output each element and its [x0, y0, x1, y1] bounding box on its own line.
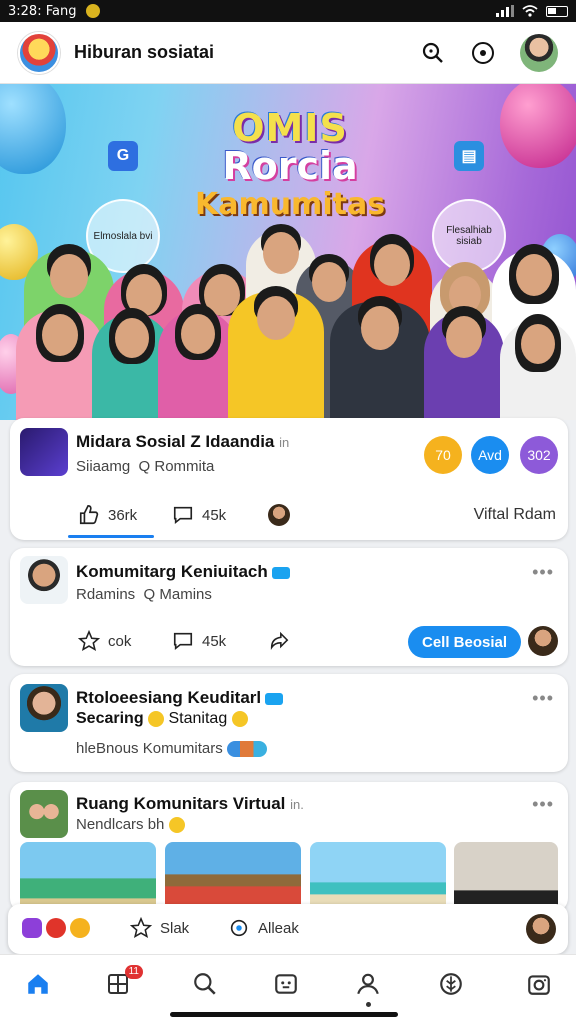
nav-home[interactable]: [23, 969, 53, 999]
search-icon: [194, 973, 216, 995]
post-thumbnail[interactable]: [20, 790, 68, 838]
battery-icon: [546, 5, 568, 17]
g-app-icon: G: [108, 141, 138, 171]
emoji-icon: [148, 710, 165, 727]
post-title[interactable]: Komumitarg Keniuitach: [76, 562, 290, 582]
favorite-button[interactable]: cok: [78, 630, 131, 652]
search-button[interactable]: [420, 40, 446, 66]
balloon-decoration: [500, 84, 576, 168]
emoji-icon: [168, 817, 185, 834]
wifi-icon: [522, 5, 538, 17]
nav-messages[interactable]: [271, 969, 301, 999]
post-thumbnail[interactable]: [20, 428, 68, 476]
emoji-icon: [231, 710, 248, 727]
post-link[interactable]: Viftal Rdam: [474, 506, 556, 524]
post-card[interactable]: Midara Sosial Z Idaandia in Siiaamg Q Ro…: [10, 418, 568, 540]
app-shortcut-icon[interactable]: [22, 918, 42, 938]
verified-icon: [271, 566, 290, 579]
app-header: Hiburan sosiatai: [0, 22, 576, 84]
signal-icon: [496, 5, 514, 17]
nav-community[interactable]: [436, 969, 466, 999]
notification-emoji-icon: [86, 4, 101, 18]
like-button[interactable]: 36rk: [78, 504, 137, 526]
post-card[interactable]: Ruang Komunitars Virtual in. ••• Nendlca…: [10, 782, 568, 912]
post-card[interactable]: Komumitarg Keniuitach ••• Rdamins Q Mami…: [10, 548, 568, 666]
more-options-button[interactable]: •••: [532, 794, 554, 815]
hero-banner[interactable]: OMIS Rorcia Kamumitas G Elmoslala bvi ▤ …: [0, 84, 576, 420]
app-shortcut-icon[interactable]: [46, 918, 66, 938]
star-action[interactable]: Slak: [130, 917, 189, 939]
more-options-button[interactable]: •••: [532, 688, 554, 709]
header-actions: [420, 33, 558, 72]
gallery-photo[interactable]: [454, 842, 558, 912]
status-time: 3:28: Fang: [8, 3, 77, 19]
share-button[interactable]: [268, 630, 290, 652]
user-icon: [357, 973, 379, 995]
quick-bar-avatar[interactable]: [526, 914, 556, 944]
post-title[interactable]: Rtoloeesiang Keuditarl: [76, 688, 284, 708]
post-subtitle: Secaring Stanitag: [76, 710, 248, 728]
count-pill-orange[interactable]: 70: [424, 436, 462, 474]
gallery-photo[interactable]: [165, 842, 301, 912]
post-subtitle: Siiaamg Q Rommita: [76, 458, 215, 475]
community-photo: [0, 224, 576, 420]
more-options-button[interactable]: •••: [532, 562, 554, 583]
comment-button[interactable]: 45k: [172, 630, 226, 652]
home-icon: [28, 974, 48, 994]
post-subtitle: Nendlcars bh: [76, 816, 185, 834]
post-subtitle: Rdamins Q Mamins: [76, 586, 212, 603]
chat-bot-icon: [275, 974, 297, 994]
quick-action-bar: Slak Alleak: [8, 904, 568, 954]
post-caption: hleBnous Komumitars: [76, 740, 267, 758]
home-indicator: [170, 1012, 398, 1017]
gallery-photo[interactable]: [310, 842, 446, 912]
leaf-icon: [440, 973, 462, 995]
reactor-avatar[interactable]: [268, 504, 290, 526]
camera-icon: [528, 975, 550, 995]
alert-action[interactable]: Alleak: [228, 917, 299, 939]
nav-grid[interactable]: 11: [103, 965, 143, 999]
nav-camera[interactable]: [524, 969, 554, 999]
search-icon: [422, 42, 443, 63]
post-title[interactable]: Midara Sosial Z Idaandia in: [76, 432, 289, 452]
nav-profile[interactable]: [353, 969, 383, 1007]
record-button[interactable]: [470, 40, 496, 66]
thumbs-up-icon: [79, 505, 99, 525]
active-dot: [366, 1002, 371, 1007]
share-icon: [270, 631, 289, 650]
target-icon: [472, 41, 494, 64]
profile-avatar[interactable]: [520, 33, 558, 72]
notification-badge: 11: [124, 965, 143, 979]
star-icon: [78, 630, 100, 652]
verified-icon: [265, 692, 284, 705]
app-title: Hiburan sosiatai: [74, 42, 215, 62]
nav-search[interactable]: [190, 969, 220, 999]
post-card[interactable]: Rtoloeesiang Keuditarl ••• Secaring Stan…: [10, 674, 568, 772]
post-thumbnail[interactable]: [20, 684, 68, 732]
star-icon: [130, 917, 152, 939]
location-icon: [230, 919, 248, 937]
comment-button[interactable]: 45k: [172, 504, 226, 526]
active-tab-indicator: [68, 535, 154, 538]
balloon-decoration: [0, 84, 66, 174]
app-logo[interactable]: [18, 31, 60, 74]
count-pill-purple[interactable]: 302: [520, 436, 558, 474]
count-pill-blue[interactable]: Avd: [471, 436, 509, 474]
reaction-avatars: [226, 741, 267, 758]
post-title[interactable]: Ruang Komunitars Virtual in.: [76, 794, 304, 814]
comment-icon: [173, 506, 193, 525]
cta-button[interactable]: Cell Beosial: [408, 626, 522, 658]
status-bar: 3:28: Fang: [0, 0, 576, 22]
app-shortcut-icon[interactable]: [70, 918, 90, 938]
post-thumbnail[interactable]: [20, 556, 68, 604]
gallery-photo[interactable]: [20, 842, 156, 912]
status-icons: [496, 5, 568, 17]
hero-title: OMIS Rorcia Kamumitas: [194, 106, 386, 222]
cta-avatar[interactable]: [528, 626, 558, 656]
app-icon: ▤: [454, 141, 484, 171]
comment-icon: [173, 632, 193, 651]
